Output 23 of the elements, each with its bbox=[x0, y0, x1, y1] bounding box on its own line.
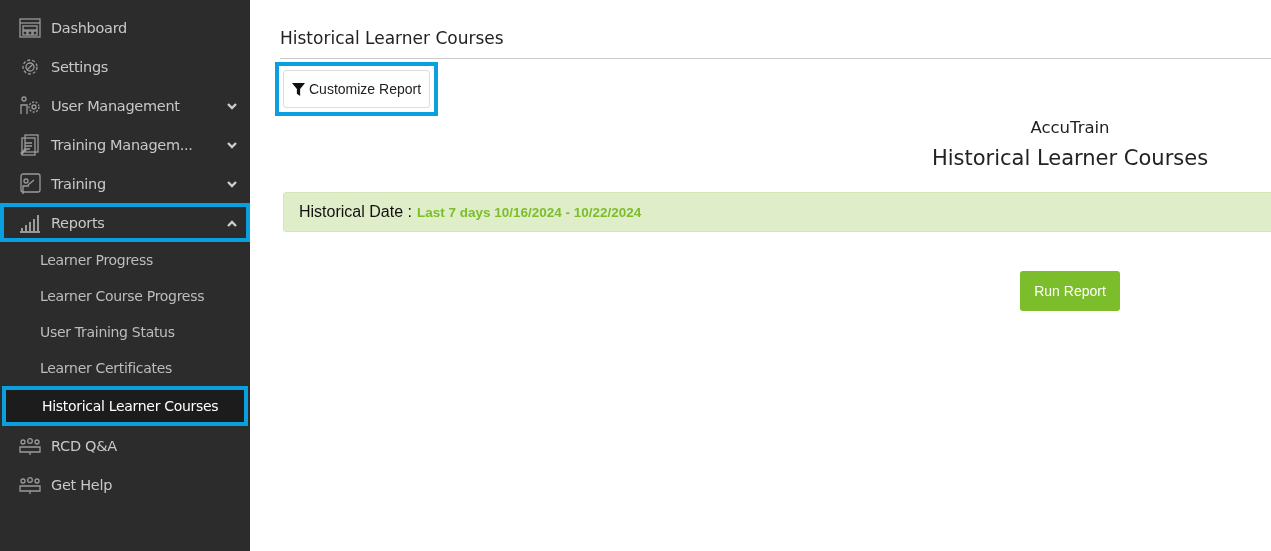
nav-item[interactable]: RCD Q&A bbox=[0, 426, 250, 465]
nav-subitem[interactable]: Learner Certificates bbox=[0, 350, 250, 386]
nav-item[interactable]: Training Managem... bbox=[0, 125, 250, 164]
documents-icon bbox=[18, 132, 42, 157]
nav-item[interactable]: Get Help bbox=[0, 465, 250, 504]
nav-subitem[interactable]: User Training Status bbox=[0, 314, 250, 350]
date-label: Historical Date : bbox=[299, 203, 412, 221]
nav-subitem[interactable]: Learner Course Progress bbox=[0, 278, 250, 314]
nav-subitem[interactable]: Learner Progress bbox=[0, 242, 250, 278]
nav-item[interactable]: Training bbox=[0, 164, 250, 203]
page-title: Historical Learner Courses bbox=[280, 28, 1271, 59]
date-value: Last 7 days 10/16/2024 - 10/22/2024 bbox=[416, 205, 642, 220]
presenter-icon bbox=[18, 171, 42, 196]
report-brand: AccuTrain bbox=[1029, 118, 1111, 137]
nav-item[interactable]: Settings bbox=[0, 47, 250, 86]
nav-item[interactable]: Dashboard bbox=[0, 8, 250, 47]
report-title: Historical Learner Courses bbox=[930, 146, 1210, 170]
filter-icon bbox=[292, 82, 305, 96]
nav-item[interactable]: User Management bbox=[0, 86, 250, 125]
dashboard-icon bbox=[18, 15, 42, 40]
nav-subitem[interactable]: Historical Learner Courses bbox=[2, 386, 248, 426]
nav-item[interactable]: Reports bbox=[0, 203, 250, 242]
customize-button[interactable]: Customize Report bbox=[283, 70, 431, 108]
